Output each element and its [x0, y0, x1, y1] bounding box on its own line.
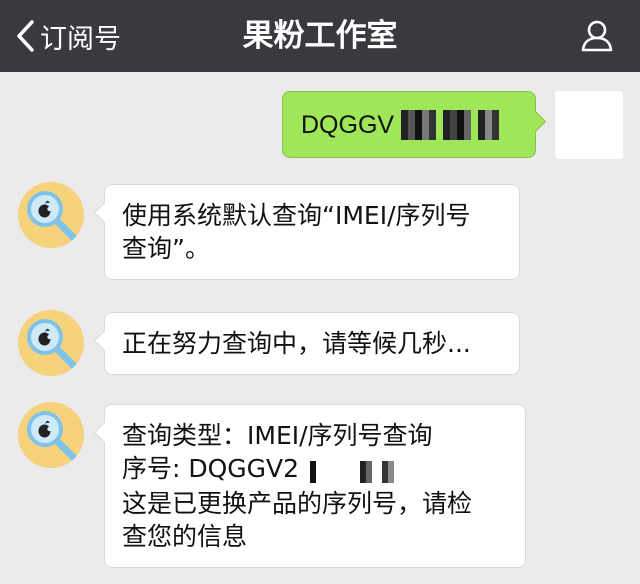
message-text: 查询类型：IMEI/序列号查询 — [122, 421, 433, 450]
bot-avatar[interactable] — [18, 402, 84, 468]
message-text: 查询”。 — [122, 234, 210, 263]
apple-magnifier-icon — [18, 182, 84, 248]
back-label: 订阅号 — [40, 23, 121, 55]
message-text: 序号: DQGGV2 — [122, 454, 300, 483]
received-message-bubble[interactable]: 使用系统默认查询“IMEI/序列号 查询”。 — [104, 184, 520, 280]
apple-magnifier-icon — [18, 310, 84, 376]
message-text: 查您的信息 — [122, 521, 248, 551]
message-text: 这是已更换产品的序列号，请检 — [122, 488, 473, 518]
back-button[interactable]: 订阅号 — [14, 0, 121, 72]
apple-magnifier-icon — [18, 402, 84, 468]
top-navigation-bar: 订阅号 果粉工作室 — [0, 0, 640, 72]
message-text: 正在努力查询中，请等候几秒... — [122, 329, 471, 358]
sent-message-text: DQGGV — [301, 111, 395, 139]
bot-avatar[interactable] — [18, 182, 84, 248]
redacted-mosaic — [310, 454, 395, 487]
bot-avatar[interactable] — [18, 310, 84, 376]
user-profile-icon — [581, 20, 613, 52]
chevron-left-icon — [17, 20, 34, 52]
my-avatar[interactable] — [555, 91, 623, 159]
message-text: 使用系统默认查询“IMEI/序列号 — [122, 201, 471, 230]
received-message-bubble[interactable]: 正在努力查询中，请等候几秒... — [104, 312, 520, 375]
sent-message-bubble[interactable]: DQGGV — [282, 91, 536, 158]
serial-line: 序号: DQGGV2 — [122, 452, 509, 487]
received-message-bubble[interactable]: 查询类型：IMEI/序列号查询 序号: DQGGV2 这是已更换产品的序列号，请… — [104, 404, 526, 568]
user-profile-button[interactable] — [580, 20, 614, 52]
redacted-mosaic — [401, 110, 499, 140]
